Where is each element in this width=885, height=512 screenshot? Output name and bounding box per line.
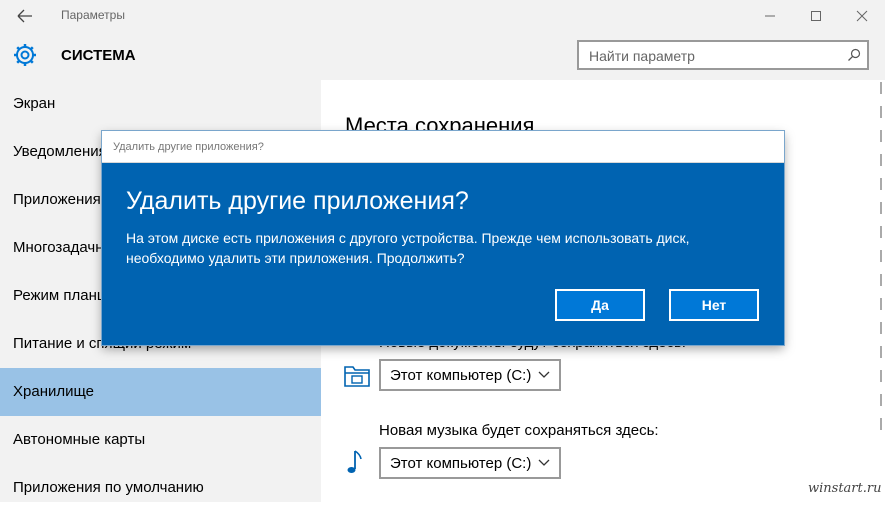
section-title: СИСТЕМА: [61, 47, 136, 64]
sidebar-item-label: Экран: [13, 95, 56, 112]
sidebar-item-storage[interactable]: Хранилище: [0, 368, 321, 416]
chevron-down-icon: [538, 459, 550, 466]
sidebar-item-label: Автономные карты: [13, 431, 146, 448]
music-note-icon: [347, 450, 362, 473]
search-placeholder: Найти параметр: [589, 48, 695, 64]
scrollbar[interactable]: [878, 82, 884, 438]
documents-location-value: Этот компьютер (C:): [390, 367, 532, 384]
documents-location-dropdown[interactable]: Этот компьютер (C:): [379, 359, 561, 391]
settings-header: СИСТЕМА Найти параметр: [0, 32, 885, 80]
music-location-value: Этот компьютер (C:): [390, 455, 532, 472]
close-button[interactable]: [839, 0, 885, 32]
window-titlebar: Параметры: [0, 0, 885, 32]
search-input[interactable]: Найти параметр: [577, 40, 869, 70]
confirm-dialog: Удалить другие приложения? Удалить други…: [102, 131, 784, 345]
sidebar-item-default-apps[interactable]: Приложения по умолчанию: [0, 464, 321, 512]
yes-button[interactable]: Да: [555, 289, 645, 321]
sidebar-item-label: Хранилище: [13, 383, 94, 400]
music-location-dropdown[interactable]: Этот компьютер (C:): [379, 447, 561, 479]
back-arrow-icon[interactable]: [14, 5, 36, 27]
no-button[interactable]: Нет: [669, 289, 759, 321]
maximize-icon: [811, 11, 821, 21]
music-save-label: Новая музыка будет сохраняться здесь:: [379, 422, 659, 439]
window-title: Параметры: [61, 8, 125, 22]
minimize-button[interactable]: [747, 0, 793, 32]
close-icon: [856, 10, 868, 22]
sidebar-item-offline-maps[interactable]: Автономные карты: [0, 416, 321, 464]
dialog-heading: Удалить другие приложения?: [126, 187, 469, 215]
dialog-message: На этом диске есть приложения с другого …: [126, 230, 690, 266]
documents-folder-icon: [344, 366, 370, 387]
minimize-icon: [765, 15, 775, 17]
search-icon[interactable]: [847, 48, 861, 62]
chevron-down-icon: [538, 371, 550, 378]
dialog-titlebar: Удалить другие приложения?: [102, 131, 784, 163]
sidebar-item-display[interactable]: Экран: [0, 80, 321, 128]
gear-icon: [14, 44, 36, 66]
maximize-button[interactable]: [793, 0, 839, 32]
dialog-title: Удалить другие приложения?: [113, 141, 264, 153]
watermark: winstart.ru: [808, 481, 882, 496]
sidebar-item-label: Приложения по умолчанию: [13, 479, 204, 496]
